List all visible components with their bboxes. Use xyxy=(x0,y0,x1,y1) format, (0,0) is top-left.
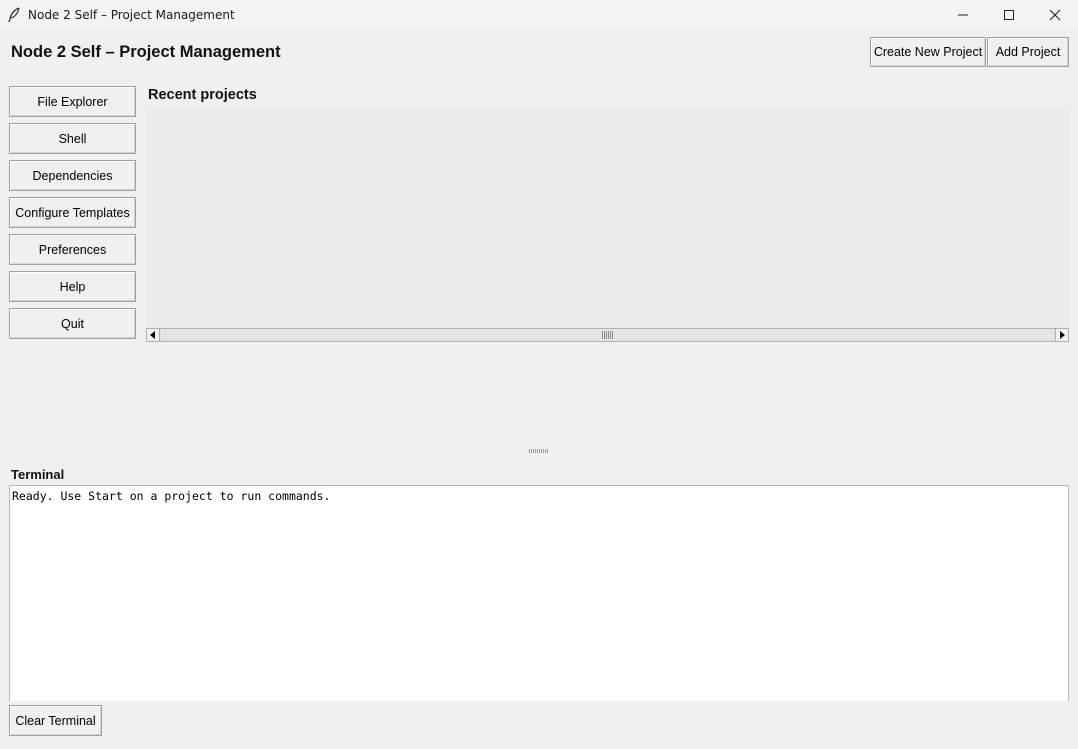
recent-projects-list[interactable] xyxy=(147,107,1069,328)
window-title: Node 2 Self – Project Management xyxy=(28,8,235,22)
scrollbar-thumb[interactable] xyxy=(161,329,1054,341)
close-icon[interactable] xyxy=(1032,0,1078,30)
shell-button[interactable]: Shell xyxy=(9,123,136,154)
scroll-right-icon[interactable] xyxy=(1055,329,1068,341)
terminal-heading: Terminal xyxy=(11,467,65,482)
clear-terminal-button[interactable]: Clear Terminal xyxy=(9,705,102,736)
configure-templates-button[interactable]: Configure Templates xyxy=(9,197,136,228)
dependencies-button[interactable]: Dependencies xyxy=(9,160,136,191)
page-title: Node 2 Self – Project Management xyxy=(11,43,281,61)
preferences-button[interactable]: Preferences xyxy=(9,234,136,265)
recent-projects-heading: Recent projects xyxy=(148,87,257,103)
file-explorer-button[interactable]: File Explorer xyxy=(9,86,136,117)
help-button[interactable]: Help xyxy=(9,271,136,302)
maximize-icon[interactable] xyxy=(986,0,1032,30)
title-bar: Node 2 Self – Project Management xyxy=(0,0,1078,30)
feather-icon xyxy=(0,0,28,30)
minimize-icon[interactable] xyxy=(940,0,986,30)
quit-button[interactable]: Quit xyxy=(9,308,136,339)
add-project-button[interactable]: Add Project xyxy=(987,37,1069,67)
pane-sash-handle[interactable] xyxy=(529,449,549,453)
create-new-project-button[interactable]: Create New Project xyxy=(870,37,986,67)
terminal-output[interactable]: Ready. Use Start on a project to run com… xyxy=(9,485,1069,701)
grip-icon xyxy=(602,331,613,339)
horizontal-scrollbar[interactable] xyxy=(146,328,1069,342)
scroll-left-icon[interactable] xyxy=(147,329,160,341)
